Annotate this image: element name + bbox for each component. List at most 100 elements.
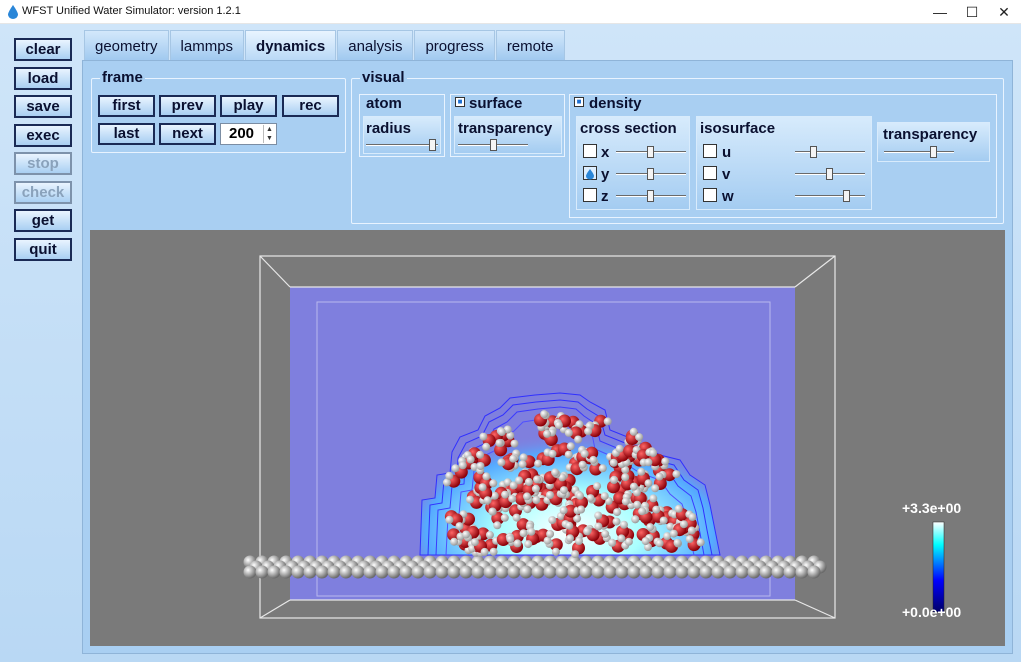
substrate-atom: [531, 565, 545, 579]
simulation-scene[interactable]: [90, 230, 1005, 646]
cross-section-y-checkbox[interactable]: [583, 166, 597, 180]
hydrogen-atom: [649, 494, 658, 503]
substrate-atom: [483, 565, 497, 579]
hydrogen-atom: [489, 547, 498, 556]
hydrogen-atom: [548, 449, 557, 458]
density-toggle-checkbox[interactable]: ■: [574, 97, 584, 107]
quit-button[interactable]: quit: [14, 237, 72, 261]
substrate-atom: [603, 565, 617, 579]
tab-progress[interactable]: progress: [414, 30, 495, 61]
substrate-atom: [723, 565, 737, 579]
cross-section-y-slider[interactable]: [616, 168, 686, 180]
radius-label: radius: [366, 120, 412, 137]
substrate-atom: [363, 565, 377, 579]
hydrogen-atom: [489, 479, 498, 488]
hydrogen-atom: [578, 460, 587, 469]
hydrogen-atom: [603, 417, 612, 426]
surface-transparency-slider[interactable]: [458, 139, 528, 151]
clear-button[interactable]: clear: [14, 38, 72, 61]
substrate-atom: [375, 565, 389, 579]
water-drop-icon: [8, 5, 18, 19]
hydrogen-atom: [669, 529, 678, 538]
isosurface-u-checkbox[interactable]: [703, 144, 717, 158]
hydrogen-atom: [613, 508, 622, 517]
isosurface-w-checkbox[interactable]: [703, 188, 717, 202]
isosurface-w-slider[interactable]: [795, 190, 865, 202]
check-button[interactable]: check: [14, 180, 72, 204]
tab-analysis[interactable]: analysis: [337, 30, 414, 61]
substrate-atom: [387, 565, 401, 579]
radius-slider[interactable]: [366, 139, 438, 151]
isosurface-v-checkbox[interactable]: [703, 166, 717, 180]
play-button[interactable]: play: [220, 95, 277, 117]
isosurface-v-slider[interactable]: [795, 168, 865, 180]
spin-arrows-icon[interactable]: ▲ ▼: [263, 125, 275, 143]
hydrogen-atom: [646, 523, 655, 532]
hydrogen-atom: [608, 538, 617, 547]
hydrogen-atom: [617, 534, 626, 543]
hydrogen-atom: [519, 453, 528, 462]
cross-section-y-label: y: [601, 166, 610, 183]
load-button[interactable]: load: [14, 66, 72, 90]
hydrogen-atom: [476, 450, 484, 459]
cross-section-x-checkbox[interactable]: [583, 144, 597, 158]
substrate-atom: [495, 565, 509, 579]
tab-geometry[interactable]: geometry: [84, 30, 169, 61]
tab-remote[interactable]: remote: [495, 30, 565, 61]
next-button[interactable]: next: [159, 123, 216, 145]
substrate-atom: [699, 565, 713, 579]
substrate-atom: [399, 565, 413, 579]
cross-section-z-checkbox[interactable]: [583, 188, 597, 202]
substrate-atom: [303, 565, 317, 579]
simulation-viewport[interactable]: +3.3e+00 +0.0e+00: [90, 230, 1005, 646]
hydrogen-atom: [546, 491, 554, 499]
hydrogen-atom: [637, 467, 646, 476]
frame-number-spinbox[interactable]: 200 ▲ ▼: [220, 123, 277, 145]
hydrogen-atom: [571, 550, 580, 559]
hydrogen-atom: [483, 496, 492, 505]
density-group-title: density: [589, 95, 642, 112]
substrate-atom: [255, 565, 269, 579]
hydrogen-atom: [649, 449, 658, 457]
hydrogen-atom: [497, 458, 506, 467]
close-button[interactable]: ✕: [987, 0, 1021, 24]
substrate-layer: [243, 555, 827, 579]
cross-section-z-slider[interactable]: [616, 190, 686, 202]
surface-group-title: surface: [469, 95, 523, 112]
tab-dynamics[interactable]: dynamics: [245, 30, 337, 61]
substrate-atom: [663, 565, 677, 579]
hydrogen-atom: [651, 484, 660, 493]
tab-lammps[interactable]: lammps: [169, 30, 245, 61]
hydrogen-atom: [631, 515, 640, 524]
prev-button[interactable]: prev: [159, 95, 216, 117]
atom-group-title: atom: [366, 95, 402, 112]
app-client-area: clear load save exec stop check get quit…: [0, 24, 1021, 662]
substrate-atom: [807, 565, 821, 579]
hydrogen-atom: [533, 475, 541, 484]
minimize-button[interactable]: —: [923, 0, 957, 24]
maximize-button[interactable]: ☐: [955, 0, 989, 24]
save-button[interactable]: save: [14, 95, 72, 118]
hydrogen-atom: [609, 458, 618, 467]
stop-button[interactable]: stop: [14, 152, 72, 175]
cross-section-x-slider[interactable]: [616, 146, 686, 158]
hydrogen-atom: [598, 464, 607, 473]
exec-button[interactable]: exec: [14, 123, 72, 147]
hydrogen-atom: [554, 421, 563, 430]
hydrogen-atom: [519, 529, 528, 538]
last-button[interactable]: last: [98, 123, 155, 145]
hydrogen-atom: [510, 439, 519, 448]
rec-button[interactable]: rec: [282, 95, 339, 117]
first-button[interactable]: first: [98, 95, 155, 117]
hydrogen-atom: [655, 472, 664, 481]
substrate-atom: [327, 565, 341, 579]
surface-toggle-checkbox[interactable]: ■: [455, 97, 465, 107]
get-button[interactable]: get: [14, 209, 72, 232]
substrate-atom: [711, 565, 725, 579]
density-transparency-slider[interactable]: [884, 146, 954, 158]
hydrogen-atom: [543, 429, 552, 438]
substrate-atom: [519, 565, 533, 579]
isosurface-u-slider[interactable]: [795, 146, 865, 158]
hydrogen-atom: [534, 459, 543, 468]
hydrogen-atom: [500, 513, 509, 522]
